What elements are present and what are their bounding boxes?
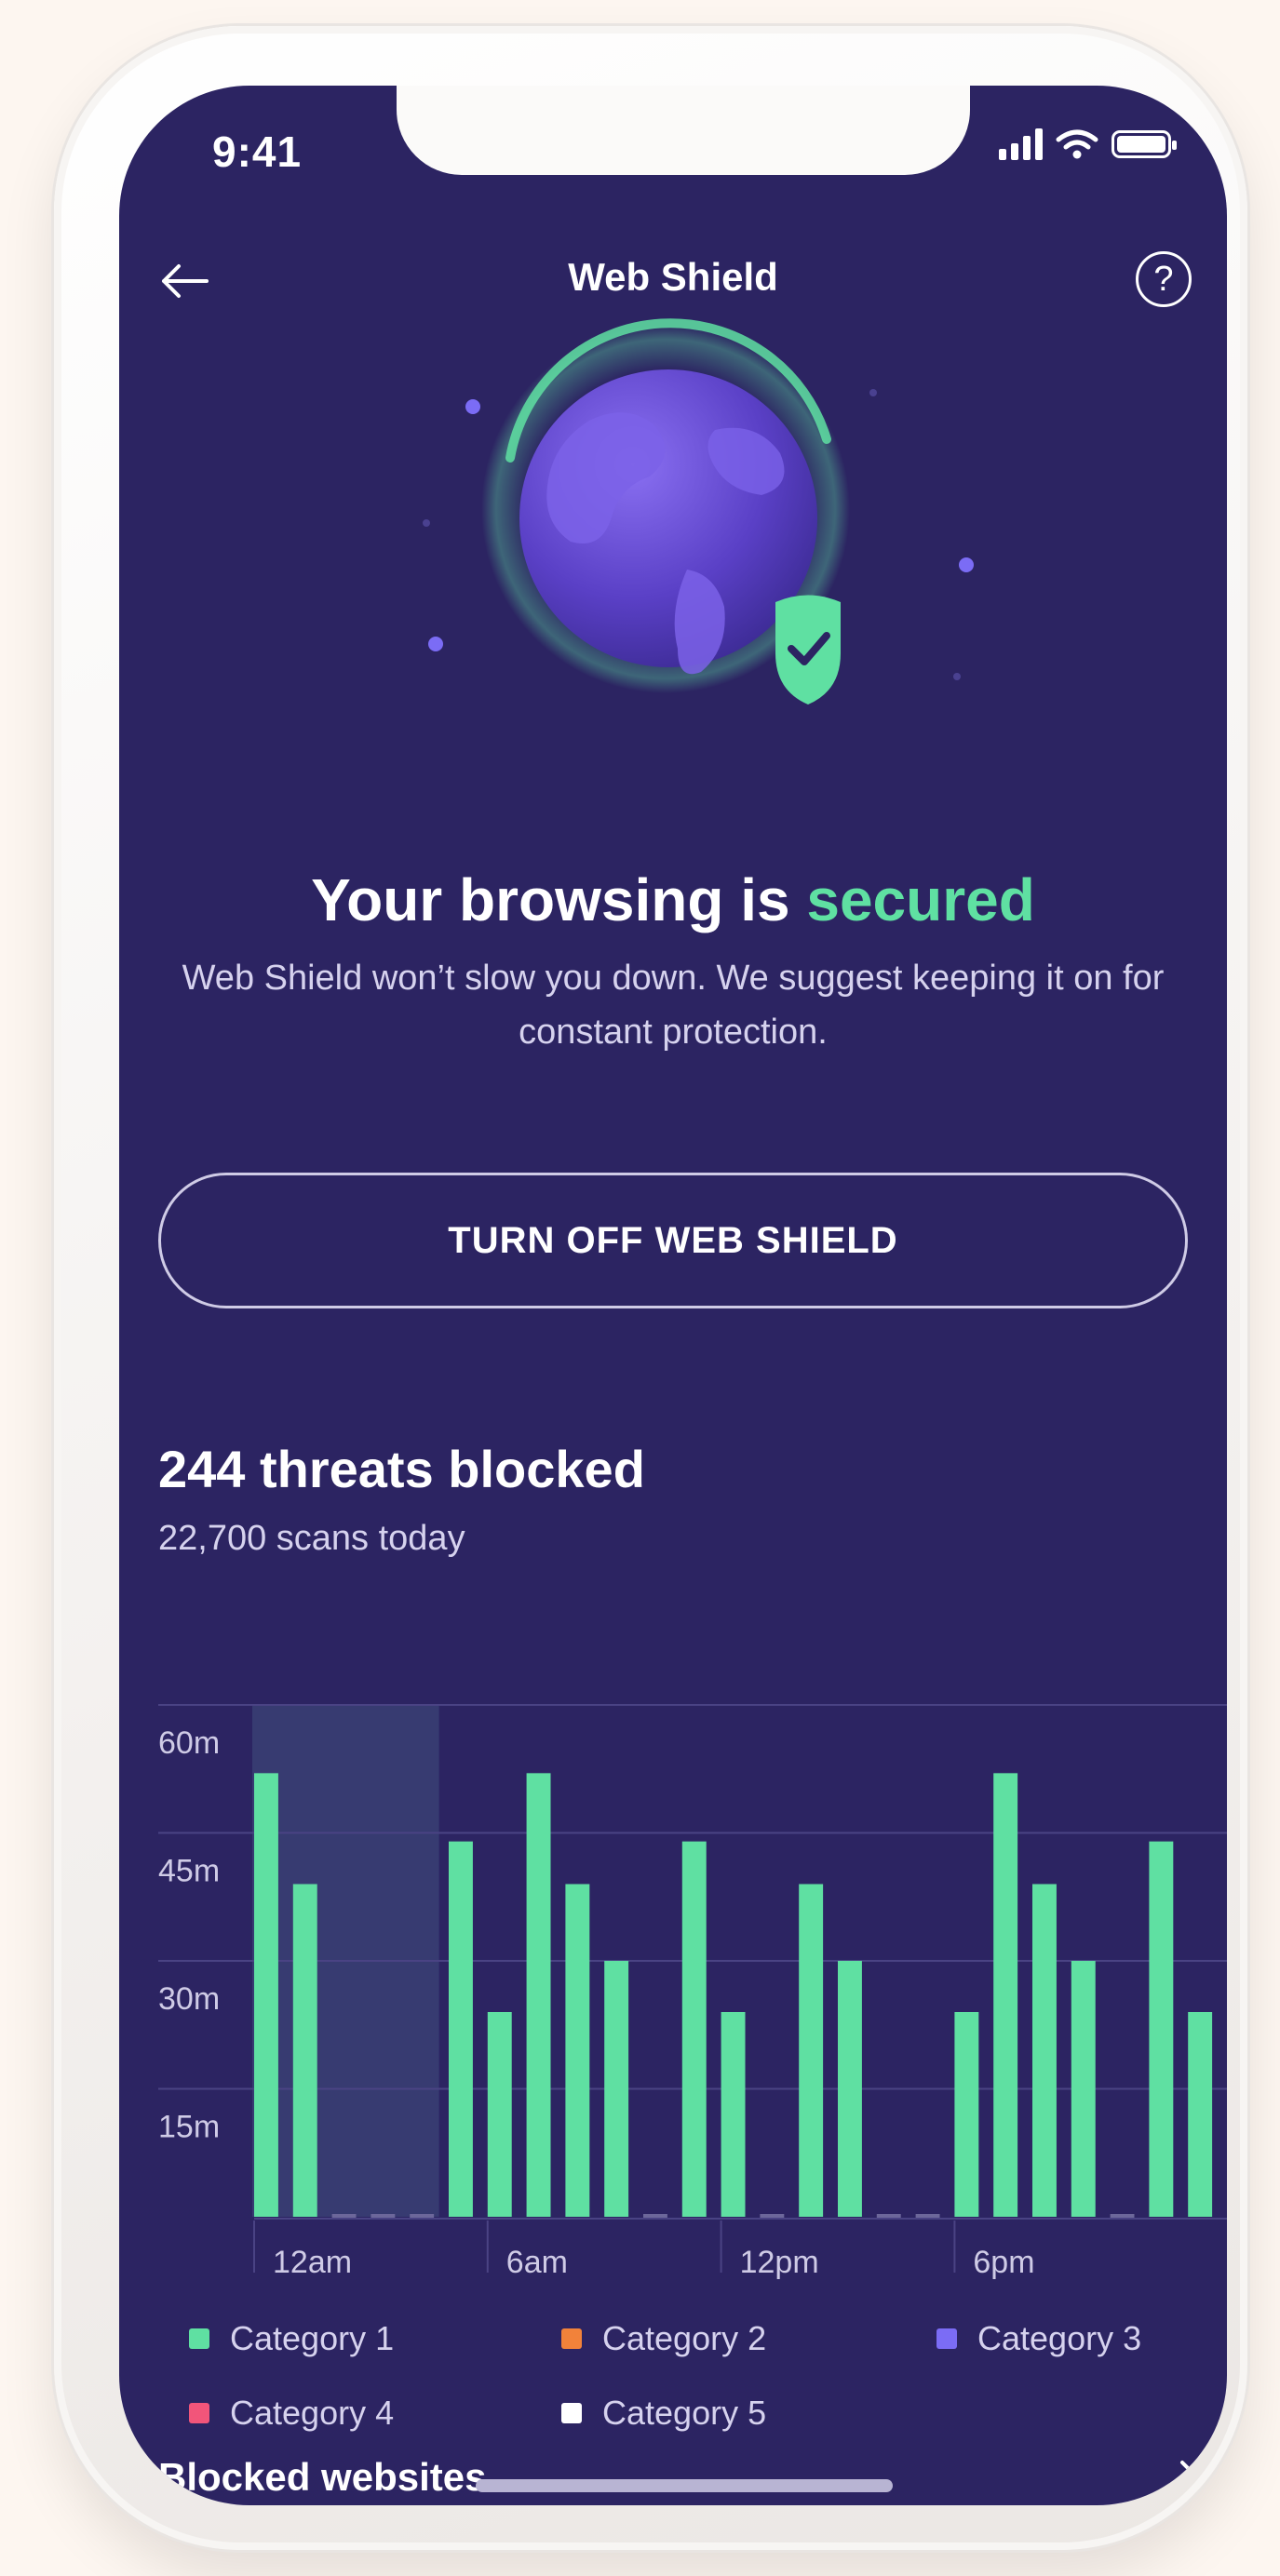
threats-blocked-count: 244 threats blocked (158, 1440, 645, 1498)
blocked-websites-label: Blocked websites (158, 2455, 487, 2499)
legend-swatch (561, 2403, 582, 2423)
chart-bar-empty (1110, 2214, 1135, 2218)
x-tick-label: 12am (273, 2245, 352, 2280)
legend-swatch (189, 2328, 209, 2349)
status-description: Web Shield won’t slow you down. We sugge… (182, 959, 1165, 1052)
shield-check-icon (775, 595, 841, 704)
chart-bar (254, 1773, 278, 2217)
turn-off-web-shield-button[interactable]: TURN OFF WEB SHIELD (158, 1173, 1188, 1308)
legend-swatch (189, 2403, 209, 2423)
decor-dot (869, 389, 877, 396)
legend-swatch (936, 2328, 957, 2349)
chart-bar (1071, 1961, 1096, 2217)
chart-bar-empty (331, 2214, 357, 2218)
blocked-websites-row[interactable]: Blocked websites (158, 2440, 1203, 2505)
chart-bar (838, 1961, 862, 2217)
chart-bar-empty (915, 2214, 940, 2218)
chart-bar (487, 2012, 512, 2217)
chart-bar (449, 1841, 473, 2217)
decor-dot (959, 557, 974, 572)
chart-bar-empty (643, 2214, 667, 2218)
scans-today-count: 22,700 scans today (158, 1519, 465, 1558)
legend-item: Category 5 (561, 2394, 766, 2433)
chart-bar-empty (876, 2214, 901, 2218)
hero-illustration (423, 318, 974, 704)
chart-bar (1149, 1841, 1174, 2217)
x-tick-label: 6am (506, 2245, 568, 2280)
legend-label: Category 4 (230, 2394, 395, 2432)
legend-label: Category 1 (230, 2319, 395, 2357)
decor-dot (428, 637, 443, 651)
chart-bar (1032, 1884, 1057, 2217)
y-tick-label: 45m (158, 1854, 220, 1889)
decor-dot (465, 399, 480, 414)
decor-dot (423, 519, 430, 527)
legend-item: Category 3 (936, 2319, 1141, 2358)
chart-bar (799, 1884, 824, 2217)
chart-bar-empty (371, 2214, 396, 2218)
chevron-right-icon (1180, 2461, 1199, 2494)
decor-dot (953, 673, 961, 680)
x-tick-label: 12pm (740, 2245, 819, 2280)
legend-item: Category 2 (561, 2319, 766, 2358)
home-indicator[interactable] (476, 2479, 893, 2492)
chart-bar (681, 1841, 707, 2217)
chart-bar (721, 2012, 746, 2217)
headline-text: Your browsing is (311, 866, 807, 933)
y-tick-label: 30m (158, 1981, 220, 2017)
legend-label: Category 5 (602, 2394, 767, 2432)
legend-label: Category 3 (977, 2319, 1142, 2357)
app-screen: 9:41 Web Shield ? Your browsing is secur… (119, 86, 1227, 2505)
chart-bar (604, 1961, 629, 2217)
headline-accent: secured (806, 866, 1035, 933)
chart-bar (993, 1773, 1018, 2217)
legend-label: Category 2 (602, 2319, 767, 2357)
chart-bar (526, 1773, 551, 2217)
chart-bar (1188, 2012, 1213, 2217)
legend-item: Category 4 (189, 2394, 394, 2433)
chart-bar-empty (760, 2214, 785, 2218)
chart-bar (565, 1884, 590, 2217)
y-tick-label: 15m (158, 2110, 220, 2145)
chart-bar (292, 1884, 317, 2217)
chart-bar-empty (410, 2214, 435, 2218)
y-tick-label: 60m (158, 1725, 220, 1761)
legend-swatch (561, 2328, 582, 2349)
x-tick-label: 6pm (973, 2245, 1034, 2280)
legend-item: Category 1 (189, 2319, 394, 2358)
threats-bar-chart: 60m 45m 30m 15m 12am 6am 12pm 6pm (158, 1704, 1227, 2280)
chart-bar (954, 2012, 979, 2217)
status-headline: Your browsing is secured (119, 865, 1227, 934)
